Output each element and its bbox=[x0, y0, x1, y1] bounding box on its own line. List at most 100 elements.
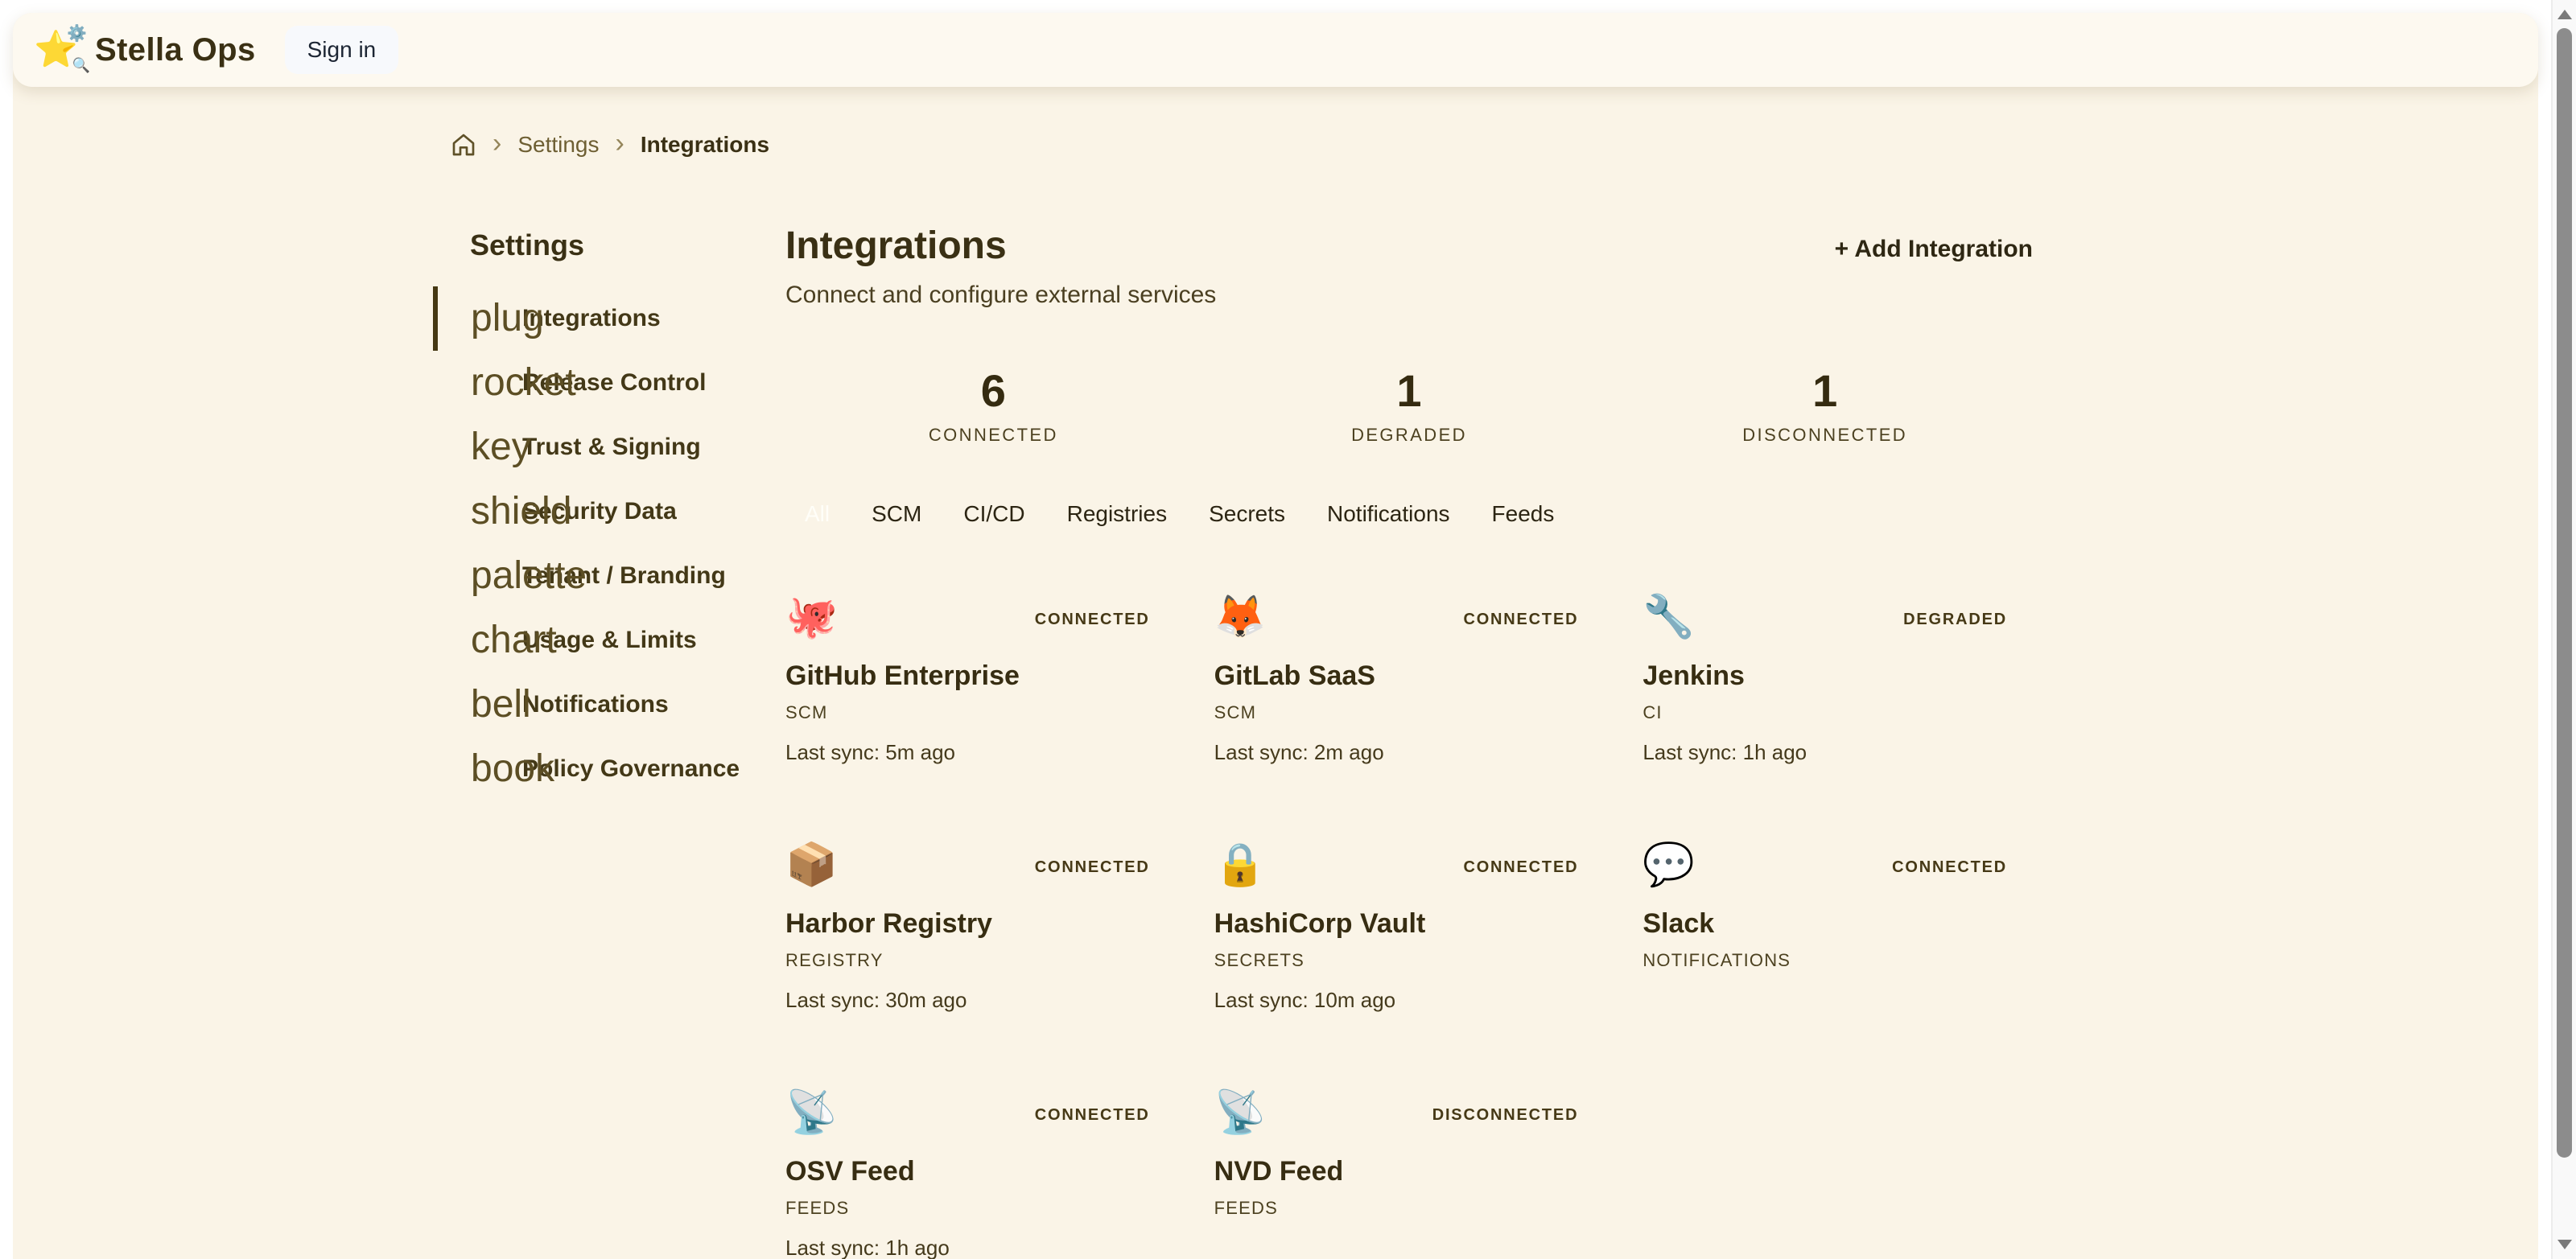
status-badge: CONNECTED bbox=[1035, 858, 1150, 877]
integration-type: FEEDS bbox=[1214, 1198, 1605, 1219]
status-badge: CONNECTED bbox=[1463, 611, 1578, 629]
breadcrumb-current: Integrations bbox=[641, 132, 769, 158]
page-subtitle: Connect and configure external services bbox=[785, 279, 1216, 311]
integration-card-nvd-feed[interactable]: 📡 DISCONNECTED NVD Feed FEEDS bbox=[1214, 1087, 1605, 1259]
tab-cicd[interactable]: CI/CD bbox=[963, 500, 1024, 528]
stat-value: 1 bbox=[1201, 368, 1618, 413]
add-integration-button[interactable]: + Add Integration bbox=[1835, 236, 2033, 263]
panel-header: Integrations Connect and configure exter… bbox=[785, 223, 2033, 311]
sidebar-item-trust-signing[interactable]: key Trust & Signing bbox=[433, 415, 795, 479]
bell-icon: bell bbox=[471, 673, 509, 737]
magnifier-icon: 🔍 bbox=[72, 58, 90, 72]
chevron-right-icon: › bbox=[493, 130, 501, 157]
sidebar-item-integrations[interactable]: plug Integrations bbox=[433, 286, 795, 351]
home-icon[interactable] bbox=[451, 132, 476, 158]
chart-icon: chart bbox=[471, 608, 509, 673]
sidebar-item-security-data[interactable]: shield Security Data bbox=[433, 479, 795, 544]
integration-name: Jenkins bbox=[1642, 659, 2033, 693]
sidebar-item-usage-limits[interactable]: chart Usage & Limits bbox=[433, 608, 795, 673]
stat-label: DEGRADED bbox=[1201, 425, 1618, 446]
integration-name: NVD Feed bbox=[1214, 1154, 1605, 1188]
integration-card-gitlab-saas[interactable]: 🦊 CONNECTED GitLab SaaS SCM Last sync: 2… bbox=[1214, 591, 1605, 765]
stat-connected: 6 CONNECTED bbox=[785, 368, 1201, 446]
tab-scm[interactable]: SCM bbox=[872, 500, 921, 528]
integration-type: CI bbox=[1642, 702, 2033, 723]
sidebar-item-notifications[interactable]: bell Notifications bbox=[433, 673, 795, 737]
status-badge: DEGRADED bbox=[1903, 611, 2007, 629]
last-sync-text: Last sync: 10m ago bbox=[1214, 987, 1605, 1013]
sidebar-item-label: Notifications bbox=[522, 691, 669, 718]
integration-card-osv-feed[interactable]: 📡 CONNECTED OSV Feed FEEDS Last sync: 1h… bbox=[785, 1087, 1176, 1259]
status-badge: CONNECTED bbox=[1463, 858, 1578, 877]
integration-name: Harbor Registry bbox=[785, 907, 1176, 940]
tab-all[interactable]: All bbox=[805, 500, 830, 528]
integration-card-harbor-registry[interactable]: 📦 CONNECTED Harbor Registry REGISTRY Las… bbox=[785, 839, 1176, 1013]
scroll-down-arrow-icon[interactable] bbox=[2557, 1240, 2572, 1249]
integration-type: NOTIFICATIONS bbox=[1642, 950, 2033, 971]
app-header: ⭐ ⚙️ 🔍 Stella Ops Sign in bbox=[13, 13, 2538, 87]
integration-name: GitHub Enterprise bbox=[785, 659, 1176, 693]
sidebar-item-label: Policy Governance bbox=[522, 755, 740, 783]
integration-card-slack[interactable]: 💬 CONNECTED Slack NOTIFICATIONS bbox=[1642, 839, 2033, 1013]
tab-registries[interactable]: Registries bbox=[1067, 500, 1167, 528]
last-sync-text: Last sync: 1h ago bbox=[1642, 739, 2033, 765]
breadcrumb-settings[interactable]: Settings bbox=[517, 132, 599, 158]
rocket-icon: rocket bbox=[471, 351, 509, 415]
tab-secrets[interactable]: Secrets bbox=[1209, 500, 1285, 528]
integration-type: SECRETS bbox=[1214, 950, 1605, 971]
stat-disconnected: 1 DISCONNECTED bbox=[1617, 368, 2033, 446]
integration-grid: 🐙 CONNECTED GitHub Enterprise SCM Last s… bbox=[785, 591, 2033, 1259]
integration-type: SCM bbox=[785, 702, 1176, 723]
integration-name: HashiCorp Vault bbox=[1214, 907, 1605, 940]
scroll-up-arrow-icon[interactable] bbox=[2557, 10, 2572, 19]
tab-feeds[interactable]: Feeds bbox=[1492, 500, 1555, 528]
page-title: Integrations bbox=[785, 223, 1216, 269]
integrations-panel: Integrations Connect and configure exter… bbox=[785, 223, 2033, 1259]
shield-icon: shield bbox=[471, 479, 509, 544]
plug-icon: plug bbox=[471, 286, 509, 351]
status-badge: DISCONNECTED bbox=[1432, 1106, 1579, 1125]
sidebar-item-tenant-branding[interactable]: palette Tenant / Branding bbox=[433, 544, 795, 608]
palette-icon: palette bbox=[471, 544, 509, 608]
breadcrumb: › Settings › Integrations bbox=[451, 132, 769, 158]
integration-type: REGISTRY bbox=[785, 950, 1176, 971]
page-surface: ⭐ ⚙️ 🔍 Stella Ops Sign in › Settings › I… bbox=[13, 13, 2538, 1259]
stella-ops-logo-icon: ⭐ ⚙️ 🔍 bbox=[34, 32, 82, 68]
sign-in-button[interactable]: Sign in bbox=[285, 26, 399, 74]
browser-viewport: ⭐ ⚙️ 🔍 Stella Ops Sign in › Settings › I… bbox=[0, 0, 2576, 1259]
status-badge: CONNECTED bbox=[1892, 858, 2007, 877]
brand-title: Stella Ops bbox=[95, 32, 256, 68]
book-icon: book bbox=[471, 737, 509, 801]
integration-card-github-enterprise[interactable]: 🐙 CONNECTED GitHub Enterprise SCM Last s… bbox=[785, 591, 1176, 765]
integration-name: OSV Feed bbox=[785, 1154, 1176, 1188]
category-tabs: All SCM CI/CD Registries Secrets Notific… bbox=[785, 500, 2033, 528]
scrollbar-thumb[interactable] bbox=[2557, 28, 2572, 1158]
stat-degraded: 1 DEGRADED bbox=[1201, 368, 1618, 446]
tab-notifications[interactable]: Notifications bbox=[1327, 500, 1450, 528]
last-sync-text: Last sync: 1h ago bbox=[785, 1235, 1176, 1259]
sidebar-title: Settings bbox=[470, 228, 795, 262]
integration-name: GitLab SaaS bbox=[1214, 659, 1605, 693]
gear-icon: ⚙️ bbox=[67, 26, 87, 42]
stat-label: DISCONNECTED bbox=[1617, 425, 2033, 446]
status-summary: 6 CONNECTED 1 DEGRADED 1 DISCONNECTED bbox=[785, 368, 2033, 446]
sidebar-item-label: Trust & Signing bbox=[522, 434, 701, 461]
sidebar-item-release-control[interactable]: rocket Release Control bbox=[433, 351, 795, 415]
integration-type: FEEDS bbox=[785, 1198, 1176, 1219]
last-sync-text: Last sync: 30m ago bbox=[785, 987, 1176, 1013]
key-icon: key bbox=[471, 415, 509, 479]
stat-value: 6 bbox=[785, 368, 1201, 413]
status-badge: CONNECTED bbox=[1035, 1106, 1150, 1125]
last-sync-text: Last sync: 5m ago bbox=[785, 739, 1176, 765]
status-badge: CONNECTED bbox=[1035, 611, 1150, 629]
last-sync-text: Last sync: 2m ago bbox=[1214, 739, 1605, 765]
integration-name: Slack bbox=[1642, 907, 2033, 940]
vertical-scrollbar[interactable] bbox=[2551, 0, 2576, 1259]
settings-sidebar: Settings plug Integrations rocket Releas… bbox=[433, 228, 795, 801]
sidebar-item-policy-governance[interactable]: book Policy Governance bbox=[433, 737, 795, 801]
integration-card-jenkins[interactable]: 🔧 DEGRADED Jenkins CI Last sync: 1h ago bbox=[1642, 591, 2033, 765]
integration-card-hashicorp-vault[interactable]: 🔒 CONNECTED HashiCorp Vault SECRETS Last… bbox=[1214, 839, 1605, 1013]
integration-type: SCM bbox=[1214, 702, 1605, 723]
chevron-right-icon: › bbox=[616, 130, 624, 157]
stat-value: 1 bbox=[1617, 368, 2033, 413]
